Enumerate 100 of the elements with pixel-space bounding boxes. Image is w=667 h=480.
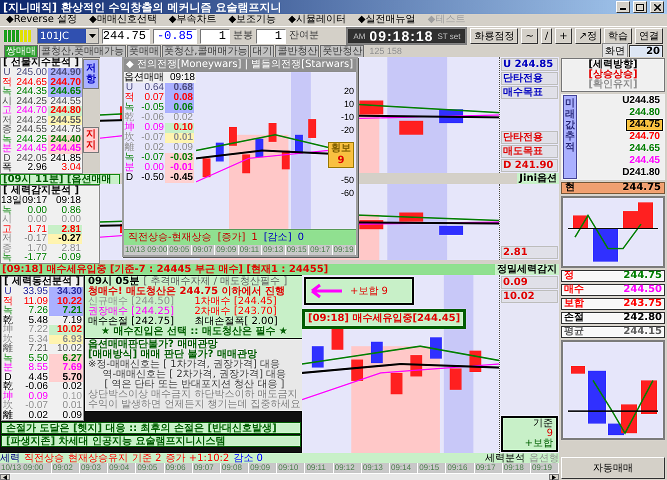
chart-caption: Jini옵션 [517, 173, 559, 184]
cell-value: 10.02 [56, 325, 82, 335]
signal-counts: 125 158 [369, 46, 402, 56]
row-label: U [3, 68, 12, 78]
level-value: 244.15 [623, 327, 662, 337]
time-label: 09:19 [332, 245, 356, 255]
bar-count-field[interactable]: 1 [200, 28, 230, 44]
row-label: 乾 [2, 316, 14, 325]
basis-state: +보합 [524, 439, 553, 449]
row-label: 시 [1, 97, 13, 106]
close-button[interactable] [650, 1, 664, 13]
scroll-right-button[interactable] [549, 474, 559, 480]
table-cell-text: -0.06 [24, 382, 49, 392]
table-cell-text: 242.05 [15, 154, 48, 163]
moving-average-line [592, 380, 654, 435]
target-label: 매도목표 [501, 145, 558, 158]
target-price: D 241.90 [501, 159, 558, 172]
table-cell-text: 0.00 [60, 215, 82, 225]
table-cell-text: -0.07 [24, 401, 49, 411]
row-label: 녹 [1, 135, 13, 144]
table-cell-text: 244.75 [49, 125, 82, 135]
menu-item[interactable]: ◆매매신호선택 [89, 14, 157, 26]
toolbar-button[interactable]: ↗정 [574, 28, 601, 44]
row-label: 離 [2, 411, 14, 420]
menu-item[interactable]: ◆보조기능 [228, 14, 276, 26]
row-label: 坤 [2, 392, 14, 401]
table-cell-text: 4.45 [28, 373, 49, 382]
table-cell-text: 7.19 [62, 316, 83, 325]
time-label: 09:11 [238, 245, 262, 255]
table-cell-text: 1.70 [28, 244, 48, 253]
minimize-button[interactable] [616, 1, 630, 13]
target-label: 단타전용 [501, 72, 558, 85]
table-cell-text: 0.10 [62, 392, 83, 401]
cell-value: -0.01 [170, 163, 193, 173]
cell-value: 2.81 [62, 225, 81, 234]
signal-tag: 콜청산,풋매매가능 [39, 44, 126, 58]
table-cell-text: 0.00 [26, 215, 48, 225]
table-cell-text: 0.02 [62, 382, 83, 392]
maximize-icon [636, 4, 644, 10]
tracker-value: 244.45 [628, 155, 661, 167]
menu-item[interactable]: ◆시뮬레이터 [288, 14, 346, 26]
table-cell-text: 241.85 [49, 154, 82, 163]
toolbar-button[interactable]: + [555, 28, 572, 44]
price-level: 2차매수 [243.70] [194, 307, 278, 317]
remain-field[interactable]: 1 [256, 28, 286, 44]
toolbar-button[interactable]: 화룡점정 [470, 28, 518, 44]
time-label: 09:05 [168, 245, 192, 255]
chart-caption: 정밀세력감지 [495, 264, 559, 275]
moving-average-line [574, 214, 642, 250]
row-label: 坤 [124, 123, 136, 133]
change-field: -0.85 [153, 28, 197, 44]
menu-item[interactable]: ◆부속차트 [168, 14, 216, 26]
price-level: 신규매수 [244.50] [88, 297, 175, 307]
table-cell-text: 244.25 [15, 135, 48, 144]
table-cell-text: -0.50 [140, 173, 165, 183]
row-label: D [124, 173, 134, 183]
level-value: 244.50 [623, 285, 662, 295]
table-cell-text: 0.09 [62, 411, 83, 420]
time-label: 10/13 09:00 [124, 245, 168, 255]
auto-trade-button[interactable]: 자동매매 [561, 457, 665, 479]
table-cell-text: -0.09 [57, 253, 82, 263]
status-text: 세력 [0, 453, 20, 463]
note-text: 수익이 발생하면 언제든지 챙기는데 집중하세요 [88, 400, 301, 410]
row-label: 적 [2, 297, 14, 306]
toolbar-button[interactable]: 연결 [635, 28, 663, 44]
menu-item[interactable]: ◆실전매뉴얼 [358, 14, 416, 26]
table-cell-text: -0.06 [140, 113, 165, 123]
row-label: U [126, 83, 134, 93]
scroll-left-button[interactable] [0, 474, 10, 480]
row-label: 녹 [1, 87, 13, 97]
clock-label: ST set [437, 32, 460, 40]
code-select[interactable]: 101JC [37, 28, 99, 44]
cell-value: 5.70 [62, 373, 82, 382]
row-label: 녹 [1, 253, 13, 263]
table-cell-text: -1.77 [23, 253, 48, 263]
level-label: 손절 [564, 313, 584, 323]
cell-value: 244.80 [50, 106, 81, 116]
status-text: 직전상승 [24, 453, 64, 463]
chart-value: 10.02 [501, 290, 558, 303]
note-text: 상단박스이상 매수금지 하단박스이하 매도금지 [88, 390, 298, 400]
cell-value: -0.27 [58, 234, 81, 244]
target-label: 매수목표 [501, 86, 558, 99]
table-cell-text: 11.09 [22, 297, 49, 306]
table-header: 13일09:17 [1, 196, 48, 206]
row-label: 녹 [124, 153, 136, 163]
decrease-count: 0 [298, 232, 304, 243]
row-label: 적 [124, 93, 136, 103]
trend-value: 9 [338, 155, 344, 167]
close-icon [654, 4, 660, 10]
advice-motto: ★ 매수진입은 선택 :: 매도청산은 필수 ★ [100, 327, 289, 337]
cell-value: 0.01 [174, 133, 193, 143]
signal-tag: 풋매매 [127, 44, 162, 58]
am-label: AM [353, 32, 366, 40]
menu-item[interactable]: ◆Reverse 설정 [6, 14, 78, 26]
maximize-button[interactable] [633, 1, 647, 13]
stop-banner: 손절가 도달은 [헷지] 대응 :: 최후의 손절은 [반대신호발생] [1, 422, 301, 434]
toolbar-button[interactable]: / [540, 28, 552, 44]
table-cell-text: 0.64 [144, 83, 165, 93]
toolbar-button[interactable]: ~ [521, 28, 538, 44]
toolbar-button[interactable]: 학습 [604, 28, 632, 44]
